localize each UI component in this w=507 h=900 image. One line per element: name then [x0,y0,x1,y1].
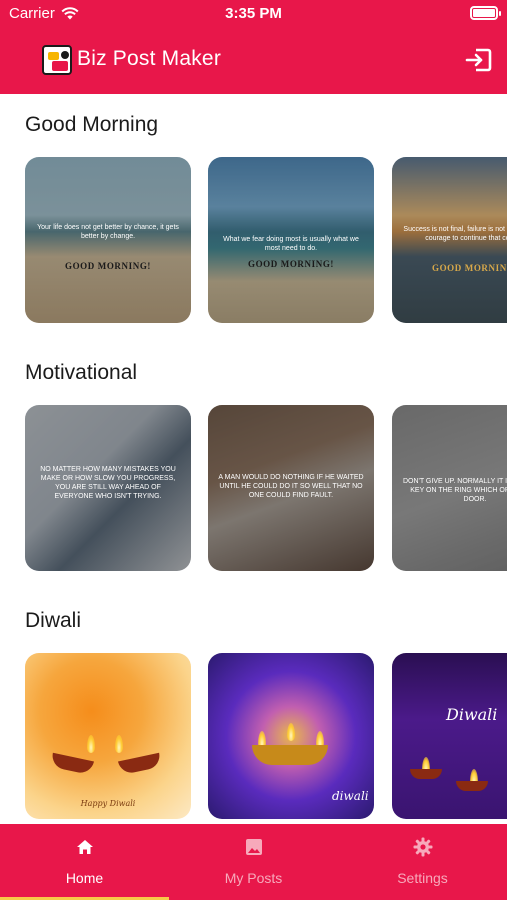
card-caption: Your life does not get better by chance,… [37,224,179,240]
status-time: 3:35 PM [225,5,282,22]
post-card[interactable]: What we fear doing most is usually what … [208,157,374,323]
post-card[interactable]: Diwali [392,653,507,819]
tab-my-posts[interactable]: My Posts [169,824,338,900]
card-caption: Happy Diwali [80,799,136,808]
carousel-motivational[interactable]: NO MATTER HOW MANY MISTAKES YOU MAKE OR … [25,405,507,571]
card-label: GOOD MORNING! [431,263,507,273]
section-title-motivational: Motivational [25,361,138,384]
logout-icon[interactable] [463,44,495,76]
carousel-diwali[interactable]: Happy Diwali diwali Diwali [25,653,507,819]
post-card[interactable]: Happy Diwali [25,653,191,819]
card-caption: What we fear doing most is usually what … [223,236,359,252]
card-caption: NO MATTER HOW MANY MISTAKES YOU MAKE OR … [40,466,176,500]
card-caption: diwali [332,789,369,803]
tab-label-settings: Settings [397,870,448,886]
section-title-diwali: Diwali [25,609,82,632]
post-card[interactable]: A MAN WOULD DO NOTHING IF HE WAITED UNTI… [208,405,374,571]
image-icon [245,839,262,855]
app-bar: Biz Post Maker [0,36,507,86]
card-caption: Success is not final, failure is not fat… [403,226,507,242]
section-title-good-morning: Good Morning [25,113,159,136]
tab-home[interactable]: Home [0,824,169,900]
card-label: GOOD MORNING! [247,259,335,269]
status-bar: Carrier 3:35 PM [0,0,507,28]
app-logo [42,45,72,75]
home-icon [76,840,93,854]
battery-icon [470,6,501,20]
app-title: Biz Post Maker [77,47,222,70]
card-caption: DON'T GIVE UP. NORMALLY IT IS THE LAST K… [402,478,507,503]
post-card[interactable]: Your life does not get better by chance,… [25,157,191,323]
card-caption: A MAN WOULD DO NOTHING IF HE WAITED UNTI… [218,474,364,499]
gear-icon [413,837,432,857]
tab-settings[interactable]: Settings [338,824,507,900]
tab-label-home: Home [65,870,104,886]
tab-label-my-posts: My Posts [224,870,283,886]
carousel-good-morning[interactable]: Your life does not get better by chance,… [25,157,507,323]
post-card[interactable]: Success is not final, failure is not fat… [392,157,507,323]
app-header: Carrier 3:35 PM Biz Post Maker [0,0,507,94]
post-card[interactable]: NO MATTER HOW MANY MISTAKES YOU MAKE OR … [25,405,191,571]
post-card[interactable]: diwali [208,653,374,819]
card-caption: Diwali [446,705,498,724]
card-label: GOOD MORNING! [64,261,152,271]
bottom-tab-bar: Home My Posts Settings [0,824,507,900]
post-card[interactable]: DON'T GIVE UP. NORMALLY IT IS THE LAST K… [392,405,507,571]
